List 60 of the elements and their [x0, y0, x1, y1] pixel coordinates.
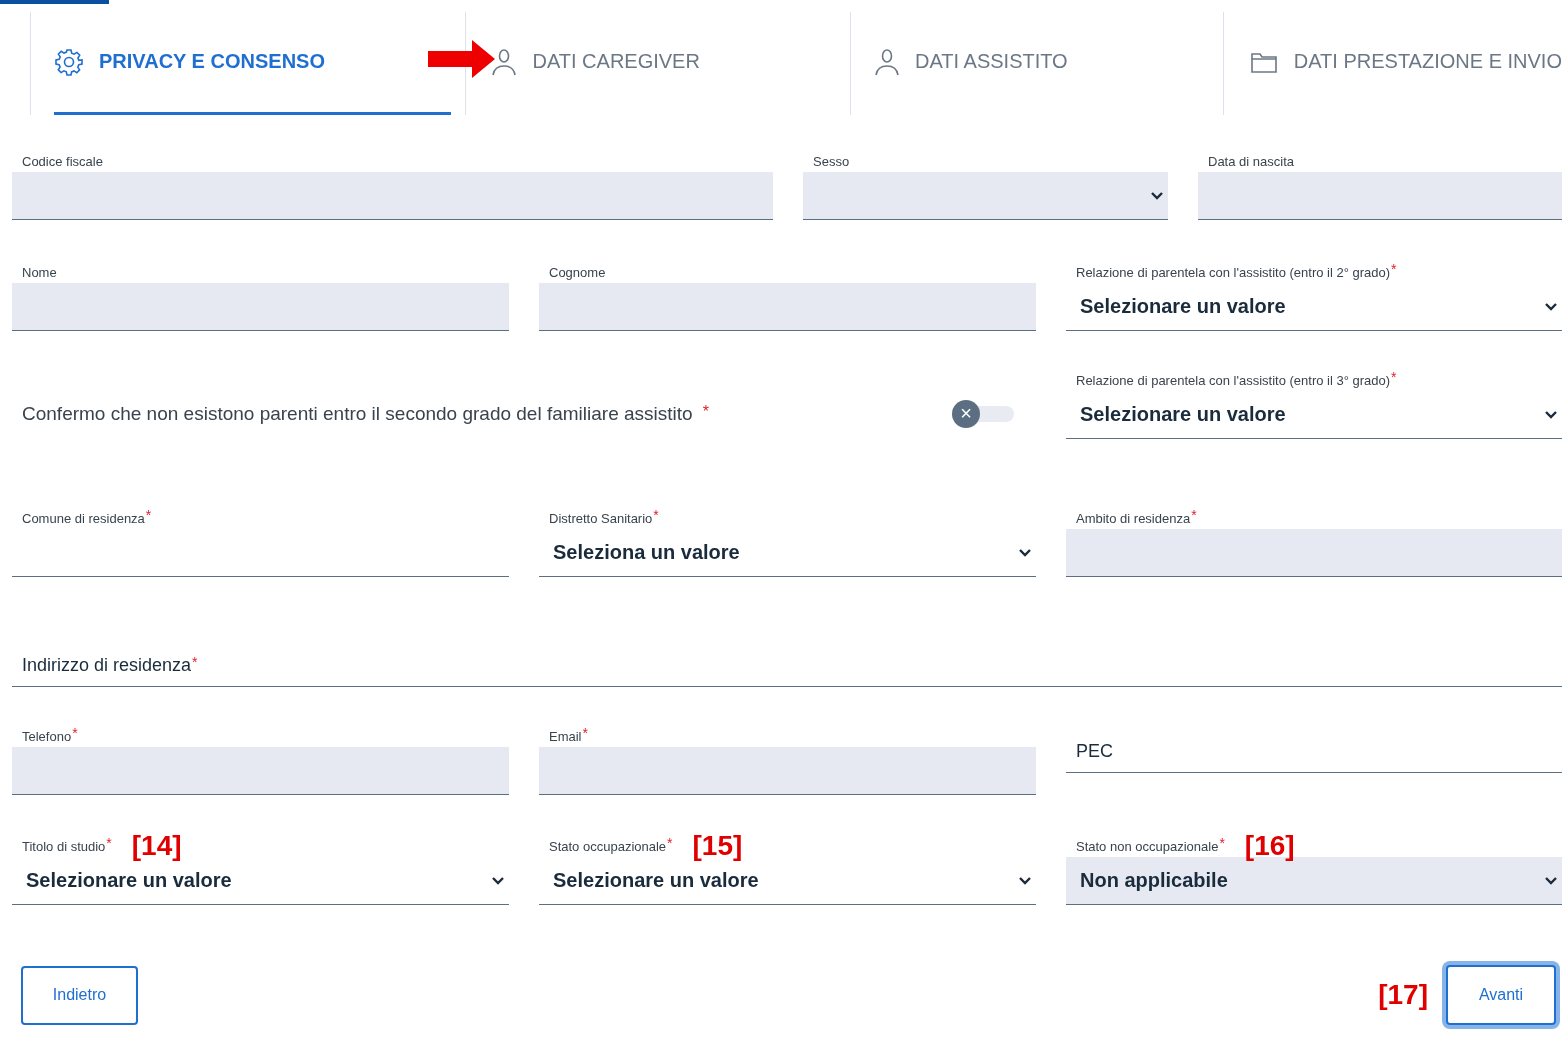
field-label: Email [549, 728, 582, 744]
person-icon [875, 47, 900, 76]
field-label: Telefono [22, 728, 72, 744]
required-mark: * [1391, 261, 1397, 277]
input-field[interactable] [12, 283, 509, 331]
field-label: Relazione di parentela con l'assistito (entro il 3° grado) [1076, 372, 1391, 388]
chevron-icon [1544, 409, 1558, 420]
toggle-switch[interactable]: × [952, 400, 1014, 428]
field-label: Distretto Sanitario [549, 510, 653, 526]
annotation-label: [17] [1378, 979, 1428, 1011]
arrow-icon [428, 40, 495, 78]
chevron-icon [1544, 875, 1558, 886]
field-label: PEC [1076, 740, 1113, 762]
field-label: Comune di residenza [22, 510, 145, 526]
required-mark: * [1219, 835, 1225, 851]
input-field[interactable]: Indirizzo di residenza* [12, 639, 1562, 687]
required-mark: * [653, 507, 659, 523]
select-field[interactable]: Selezionare un valore [1066, 283, 1562, 331]
field-label: Stato occupazionale [549, 838, 667, 854]
select-field[interactable]: Seleziona un valore [539, 529, 1036, 577]
field-label: Nome [22, 264, 57, 280]
tab[interactable]: PRIVACY E CONSENSO [30, 12, 466, 115]
field-label: Indirizzo di residenza [22, 654, 192, 676]
select-field[interactable]: Selezionare un valore [1066, 391, 1562, 439]
field-label: Relazione di parentela con l'assistito (entro il 2° grado) [1076, 264, 1391, 280]
input-field[interactable]: PEC [1066, 725, 1562, 773]
input-field[interactable] [1198, 172, 1562, 220]
required-mark: * [192, 654, 198, 670]
chevron-icon [491, 875, 505, 886]
required-mark: * [1391, 369, 1397, 385]
required-mark: * [72, 725, 78, 741]
tab[interactable]: DATI ASSISTITO [850, 12, 1223, 115]
select-field[interactable] [803, 172, 1168, 220]
field-label: Ambito di residenza [1076, 510, 1191, 526]
chevron-icon [1018, 547, 1032, 558]
field-label: Data di nascita [1208, 153, 1294, 169]
input-field[interactable] [539, 747, 1036, 795]
input-field[interactable] [539, 283, 1036, 331]
field-label: Stato non occupazionale [1076, 838, 1219, 854]
chevron-icon [1150, 190, 1164, 201]
person-icon [492, 47, 517, 76]
input-field[interactable] [12, 747, 509, 795]
required-mark: * [145, 507, 152, 523]
chevron-icon [1018, 875, 1032, 886]
field-label: Cognome [549, 264, 606, 280]
required-mark: * [582, 725, 588, 741]
field-label: Titolo di studio [22, 838, 106, 854]
confirm-text: Confermo che non esistono parenti entro il secondo grado del familiare assistito [22, 403, 693, 424]
input-field[interactable] [12, 172, 773, 220]
gear-icon [55, 47, 83, 76]
input-field[interactable] [1066, 529, 1562, 577]
back-button[interactable]: Indietro [21, 965, 138, 1025]
required-mark: * [667, 835, 673, 851]
chevron-icon [1544, 301, 1558, 312]
required-mark: * [106, 835, 112, 851]
required-mark: * [1191, 507, 1197, 523]
required-mark: * [702, 403, 709, 420]
tab[interactable]: DATI PRESTAZIONE E INVIO [1222, 12, 1562, 115]
field-label: Codice fiscale [22, 153, 103, 169]
field-label: Sesso [813, 153, 850, 169]
